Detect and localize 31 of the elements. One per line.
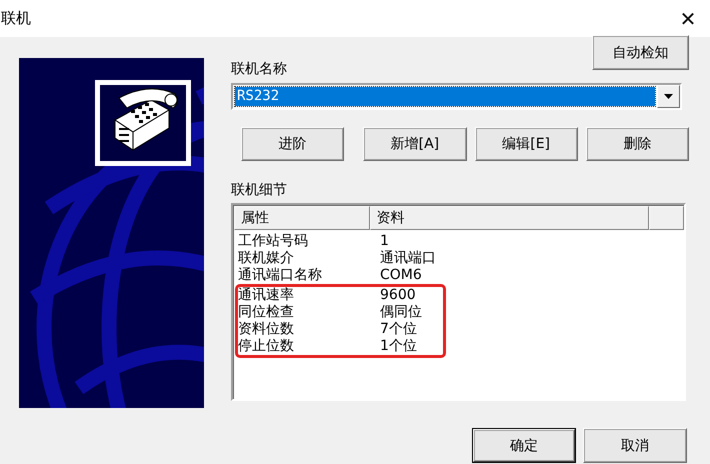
value-cell: 7个位: [380, 321, 417, 338]
property-cell-text: 资料位数: [238, 321, 295, 338]
property-cell-text: 通讯速率: [238, 287, 295, 304]
column-header[interactable]: 资料: [370, 206, 650, 230]
action-button[interactable]: 编辑[E]: [474, 127, 578, 161]
window-title: 联机: [0, 9, 31, 28]
value-cell: 9600: [380, 287, 416, 304]
value-cell: 偶同位: [380, 304, 422, 321]
property-cell-text: 通讯端口名称: [238, 267, 323, 284]
value-cell: 1个位: [380, 338, 417, 355]
action-button[interactable]: 删除: [586, 127, 689, 161]
column-header[interactable]: 属性: [234, 206, 370, 230]
details-label: 联机细节: [231, 181, 288, 199]
action-button[interactable]: 进阶: [241, 127, 344, 161]
value-cell: 1: [380, 233, 389, 250]
cancel-button[interactable]: 取消: [583, 428, 687, 463]
property-cell-text: 停止位数: [238, 338, 295, 355]
close-button[interactable]: ✕: [673, 6, 703, 30]
telephone-icon: [95, 80, 191, 166]
ok-button[interactable]: 确定: [472, 428, 576, 463]
value-cell: COM6: [380, 267, 422, 284]
dropdown-arrow-icon: [664, 94, 673, 99]
property-cell-text: 工作站号码: [238, 233, 309, 250]
value-cell: 通讯端口: [380, 250, 436, 267]
property-cell-text: 联机媒介: [238, 250, 295, 267]
connection-name-label: 联机名称: [231, 60, 288, 78]
property-cell-text: 同位检查: [238, 304, 295, 321]
connection-name-value: RS232: [235, 87, 655, 106]
connection-name-dropdown[interactable]: RS232: [231, 83, 682, 110]
auto-detect-button[interactable]: 自动检知: [592, 35, 689, 70]
action-button[interactable]: 新增[A]: [363, 127, 466, 161]
